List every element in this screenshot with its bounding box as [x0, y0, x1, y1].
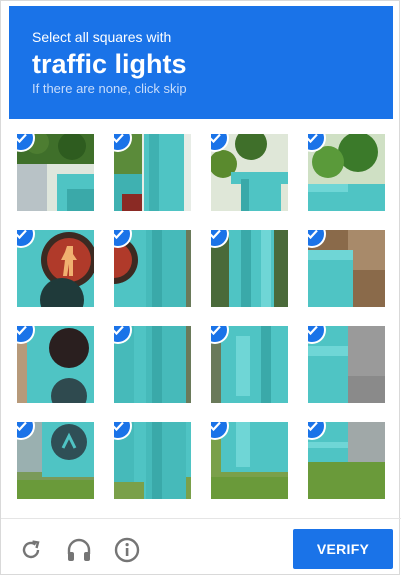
grid-tile[interactable] [17, 326, 94, 403]
grid-tile[interactable] [17, 422, 94, 499]
headphones-icon[interactable] [65, 536, 93, 564]
captcha-dialog: Select all squares with traffic lights I… [0, 0, 401, 576]
target-object-text: traffic lights [32, 49, 187, 79]
grid-tile[interactable] [308, 422, 385, 499]
grid-tile[interactable] [211, 134, 288, 211]
skip-hint-text: If there are none, click skip [32, 81, 187, 96]
grid-tile[interactable] [114, 326, 191, 403]
challenge-footer: VERIFY [1, 518, 401, 576]
image-grid [17, 134, 389, 504]
grid-tile[interactable] [308, 230, 385, 307]
verify-button[interactable]: VERIFY [293, 529, 393, 569]
grid-tile[interactable] [17, 134, 94, 211]
grid-tile[interactable] [114, 230, 191, 307]
grid-tile[interactable] [308, 326, 385, 403]
info-icon[interactable] [113, 536, 141, 564]
grid-tile[interactable] [17, 230, 94, 307]
grid-tile[interactable] [211, 422, 288, 499]
grid-tile[interactable] [114, 134, 191, 211]
grid-tile[interactable] [114, 422, 191, 499]
reload-icon[interactable] [17, 536, 45, 564]
challenge-header: Select all squares with traffic lights I… [9, 6, 393, 119]
instruction-text: Select all squares with [32, 29, 172, 45]
grid-tile[interactable] [211, 326, 288, 403]
grid-tile[interactable] [211, 230, 288, 307]
grid-tile[interactable] [308, 134, 385, 211]
